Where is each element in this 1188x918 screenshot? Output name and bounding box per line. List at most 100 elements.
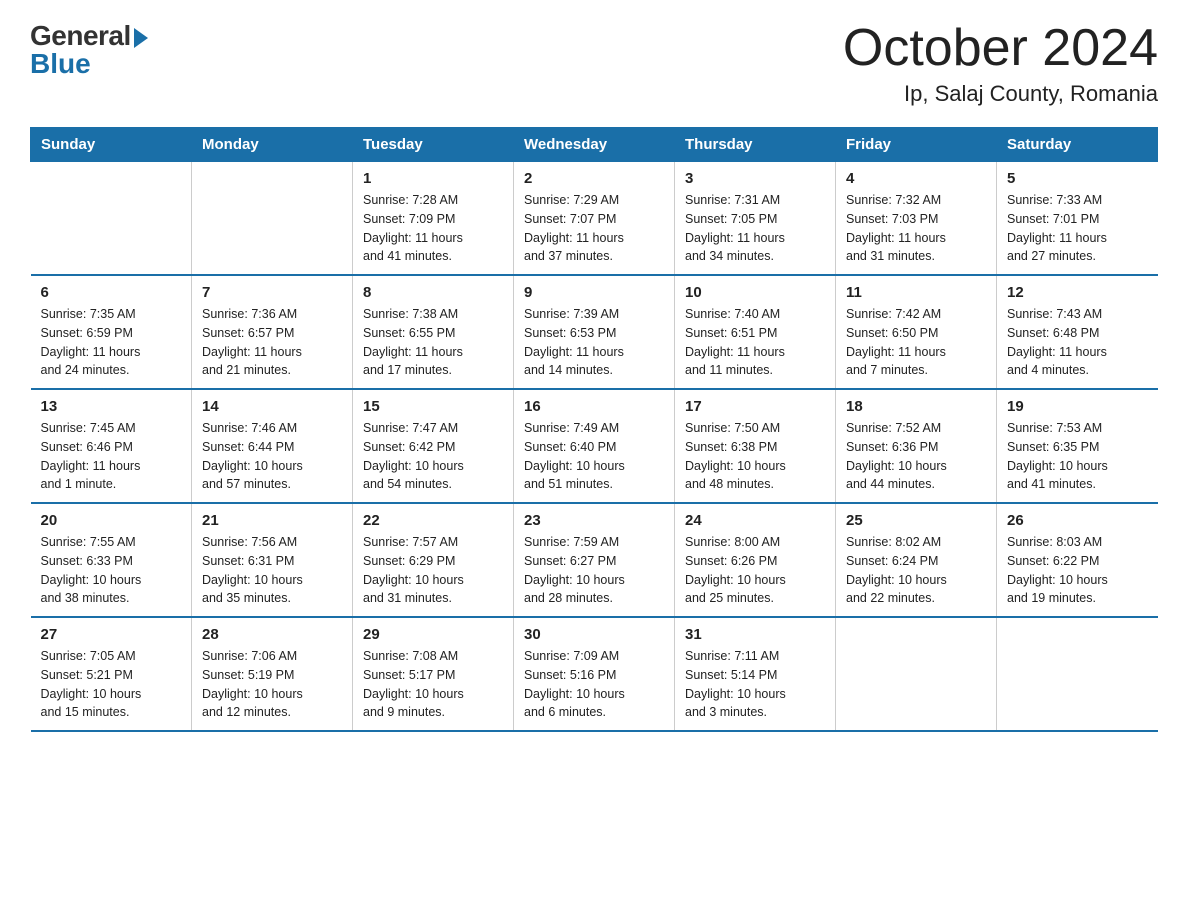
day-cell: 20 Sunrise: 7:55 AM Sunset: 6:33 PM Dayli… <box>31 503 192 617</box>
header-cell-tuesday: Tuesday <box>353 128 514 162</box>
day-number: 23 <box>524 512 664 529</box>
day-info: Sunrise: 8:02 AM Sunset: 6:24 PM Dayligh… <box>846 533 986 608</box>
calendar-title: October 2024 <box>843 20 1158 77</box>
day-info: Sunrise: 7:35 AM Sunset: 6:59 PM Dayligh… <box>41 305 182 380</box>
day-info: Sunrise: 7:57 AM Sunset: 6:29 PM Dayligh… <box>363 533 503 608</box>
day-number: 20 <box>41 512 182 529</box>
day-info: Sunrise: 7:38 AM Sunset: 6:55 PM Dayligh… <box>363 305 503 380</box>
day-number: 15 <box>363 398 503 415</box>
day-cell: 19 Sunrise: 7:53 AM Sunset: 6:35 PM Dayli… <box>997 389 1158 503</box>
day-cell: 2 Sunrise: 7:29 AM Sunset: 7:07 PM Daylig… <box>514 162 675 276</box>
day-cell: 11 Sunrise: 7:42 AM Sunset: 6:50 PM Dayli… <box>836 275 997 389</box>
day-number: 4 <box>846 170 986 187</box>
day-cell: 16 Sunrise: 7:49 AM Sunset: 6:40 PM Dayli… <box>514 389 675 503</box>
week-row-2: 6Sunrise: 7:35 AM Sunset: 6:59 PM Daylig… <box>31 275 1158 389</box>
day-cell: 30Sunrise: 7:09 AM Sunset: 5:16 PM Dayli… <box>514 617 675 731</box>
day-number: 3 <box>685 170 825 187</box>
page-header: General Blue October 2024 Ip, Salaj Coun… <box>30 20 1158 107</box>
day-info: Sunrise: 7:39 AM Sunset: 6:53 PM Dayligh… <box>524 305 664 380</box>
day-number: 5 <box>1007 170 1148 187</box>
day-info: Sunrise: 7:42 AM Sunset: 6:50 PM Dayligh… <box>846 305 986 380</box>
day-cell: 26 Sunrise: 8:03 AM Sunset: 6:22 PM Dayli… <box>997 503 1158 617</box>
day-cell: 15 Sunrise: 7:47 AM Sunset: 6:42 PM Dayli… <box>353 389 514 503</box>
day-info: Sunrise: 7:47 AM Sunset: 6:42 PM Dayligh… <box>363 419 503 494</box>
day-number: 1 <box>363 170 503 187</box>
day-info: Sunrise: 7:08 AM Sunset: 5:17 PM Dayligh… <box>363 647 503 722</box>
day-cell: 24 Sunrise: 8:00 AM Sunset: 6:26 PM Dayli… <box>675 503 836 617</box>
day-info: Sunrise: 7:06 AM Sunset: 5:19 PM Dayligh… <box>202 647 342 722</box>
day-number: 16 <box>524 398 664 415</box>
day-cell: 18Sunrise: 7:52 AM Sunset: 6:36 PM Dayli… <box>836 389 997 503</box>
day-info: Sunrise: 7:05 AM Sunset: 5:21 PM Dayligh… <box>41 647 182 722</box>
day-info: Sunrise: 7:59 AM Sunset: 6:27 PM Dayligh… <box>524 533 664 608</box>
day-info: Sunrise: 8:00 AM Sunset: 6:26 PM Dayligh… <box>685 533 825 608</box>
day-info: Sunrise: 8:03 AM Sunset: 6:22 PM Dayligh… <box>1007 533 1148 608</box>
day-cell: 29 Sunrise: 7:08 AM Sunset: 5:17 PM Dayli… <box>353 617 514 731</box>
day-number: 12 <box>1007 284 1148 301</box>
calendar-subtitle: Ip, Salaj County, Romania <box>843 81 1158 107</box>
header-cell-monday: Monday <box>192 128 353 162</box>
day-cell: 28 Sunrise: 7:06 AM Sunset: 5:19 PM Dayli… <box>192 617 353 731</box>
day-number: 22 <box>363 512 503 529</box>
day-cell: 17 Sunrise: 7:50 AM Sunset: 6:38 PM Dayli… <box>675 389 836 503</box>
day-cell: 7Sunrise: 7:36 AM Sunset: 6:57 PM Daylig… <box>192 275 353 389</box>
day-info: Sunrise: 7:55 AM Sunset: 6:33 PM Dayligh… <box>41 533 182 608</box>
calendar-table: SundayMondayTuesdayWednesdayThursdayFrid… <box>30 127 1158 732</box>
day-number: 28 <box>202 626 342 643</box>
day-cell: 10 Sunrise: 7:40 AM Sunset: 6:51 PM Dayli… <box>675 275 836 389</box>
calendar-header: SundayMondayTuesdayWednesdayThursdayFrid… <box>31 128 1158 162</box>
day-number: 7 <box>202 284 342 301</box>
day-info: Sunrise: 7:52 AM Sunset: 6:36 PM Dayligh… <box>846 419 986 494</box>
logo: General Blue <box>30 20 148 80</box>
day-cell: 31Sunrise: 7:11 AM Sunset: 5:14 PM Dayli… <box>675 617 836 731</box>
day-info: Sunrise: 7:29 AM Sunset: 7:07 PM Dayligh… <box>524 191 664 266</box>
day-info: Sunrise: 7:53 AM Sunset: 6:35 PM Dayligh… <box>1007 419 1148 494</box>
day-info: Sunrise: 7:31 AM Sunset: 7:05 PM Dayligh… <box>685 191 825 266</box>
header-row: SundayMondayTuesdayWednesdayThursdayFrid… <box>31 128 1158 162</box>
day-number: 19 <box>1007 398 1148 415</box>
header-cell-sunday: Sunday <box>31 128 192 162</box>
day-number: 27 <box>41 626 182 643</box>
day-cell: 6Sunrise: 7:35 AM Sunset: 6:59 PM Daylig… <box>31 275 192 389</box>
day-cell <box>997 617 1158 731</box>
day-cell: 23 Sunrise: 7:59 AM Sunset: 6:27 PM Dayli… <box>514 503 675 617</box>
day-number: 2 <box>524 170 664 187</box>
day-number: 17 <box>685 398 825 415</box>
header-cell-thursday: Thursday <box>675 128 836 162</box>
day-number: 10 <box>685 284 825 301</box>
day-info: Sunrise: 7:40 AM Sunset: 6:51 PM Dayligh… <box>685 305 825 380</box>
day-cell: 5 Sunrise: 7:33 AM Sunset: 7:01 PM Daylig… <box>997 162 1158 276</box>
day-number: 26 <box>1007 512 1148 529</box>
day-info: Sunrise: 7:11 AM Sunset: 5:14 PM Dayligh… <box>685 647 825 722</box>
day-number: 30 <box>524 626 664 643</box>
calendar-body: 1 Sunrise: 7:28 AM Sunset: 7:09 PM Daylig… <box>31 162 1158 732</box>
day-cell: 22 Sunrise: 7:57 AM Sunset: 6:29 PM Dayli… <box>353 503 514 617</box>
day-info: Sunrise: 7:43 AM Sunset: 6:48 PM Dayligh… <box>1007 305 1148 380</box>
day-cell <box>192 162 353 276</box>
day-cell: 25 Sunrise: 8:02 AM Sunset: 6:24 PM Dayli… <box>836 503 997 617</box>
day-info: Sunrise: 7:32 AM Sunset: 7:03 PM Dayligh… <box>846 191 986 266</box>
day-number: 24 <box>685 512 825 529</box>
day-number: 25 <box>846 512 986 529</box>
header-cell-friday: Friday <box>836 128 997 162</box>
day-cell <box>31 162 192 276</box>
week-row-1: 1 Sunrise: 7:28 AM Sunset: 7:09 PM Daylig… <box>31 162 1158 276</box>
day-info: Sunrise: 7:56 AM Sunset: 6:31 PM Dayligh… <box>202 533 342 608</box>
day-info: Sunrise: 7:33 AM Sunset: 7:01 PM Dayligh… <box>1007 191 1148 266</box>
day-cell <box>836 617 997 731</box>
logo-arrow-icon <box>134 28 148 48</box>
day-cell: 27 Sunrise: 7:05 AM Sunset: 5:21 PM Dayli… <box>31 617 192 731</box>
day-number: 8 <box>363 284 503 301</box>
day-info: Sunrise: 7:49 AM Sunset: 6:40 PM Dayligh… <box>524 419 664 494</box>
week-row-4: 20 Sunrise: 7:55 AM Sunset: 6:33 PM Dayli… <box>31 503 1158 617</box>
day-info: Sunrise: 7:28 AM Sunset: 7:09 PM Dayligh… <box>363 191 503 266</box>
day-number: 13 <box>41 398 182 415</box>
week-row-5: 27 Sunrise: 7:05 AM Sunset: 5:21 PM Dayli… <box>31 617 1158 731</box>
header-cell-saturday: Saturday <box>997 128 1158 162</box>
day-number: 29 <box>363 626 503 643</box>
logo-blue-text: Blue <box>30 48 91 80</box>
day-cell: 14Sunrise: 7:46 AM Sunset: 6:44 PM Dayli… <box>192 389 353 503</box>
header-cell-wednesday: Wednesday <box>514 128 675 162</box>
day-info: Sunrise: 7:50 AM Sunset: 6:38 PM Dayligh… <box>685 419 825 494</box>
day-number: 11 <box>846 284 986 301</box>
